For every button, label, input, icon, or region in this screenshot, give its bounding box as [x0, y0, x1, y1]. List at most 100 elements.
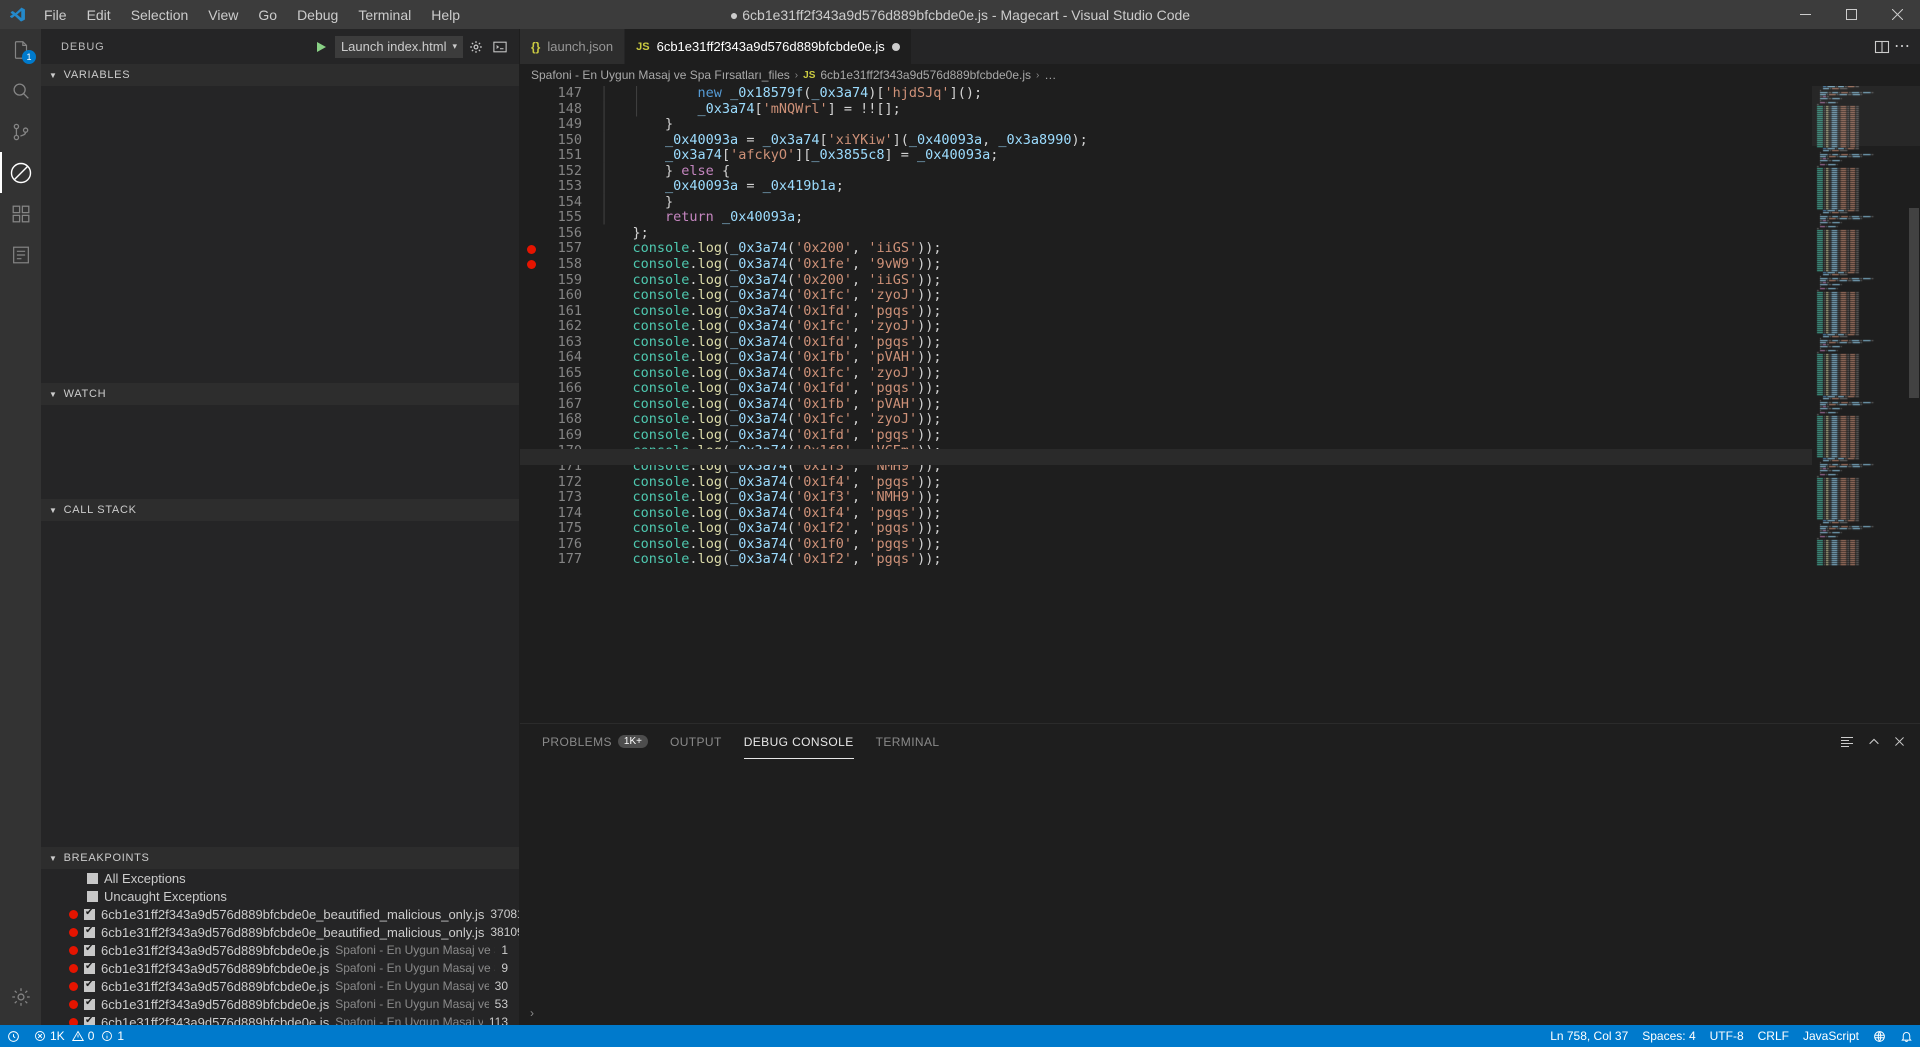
breakpoint-checkbox[interactable] — [84, 1015, 95, 1025]
maximize-panel-icon[interactable] — [1867, 735, 1881, 749]
editor-tab[interactable]: JS 6cb1e31ff2f343a9d576d889bfcbde0e.js — [625, 29, 912, 64]
end-of-line[interactable]: CRLF — [1751, 1025, 1796, 1047]
breakpoint-gutter[interactable] — [520, 428, 542, 444]
pane-header-breakpoints[interactable]: ▼ BREAKPOINTS — [41, 847, 519, 869]
activity-extensions[interactable] — [0, 193, 41, 234]
encoding[interactable]: UTF-8 — [1703, 1025, 1751, 1047]
open-debug-console-icon[interactable] — [489, 36, 511, 58]
menu-view[interactable]: View — [198, 4, 248, 26]
start-debug-icon[interactable] — [311, 36, 333, 58]
breakpoint-gutter[interactable] — [520, 381, 542, 397]
notifications-bell-icon[interactable] — [1893, 1025, 1920, 1047]
close-button[interactable] — [1874, 0, 1920, 29]
code-line[interactable]: 159 console.log(_0x3a74('0x200', 'iiGS')… — [520, 272, 1812, 289]
breakpoint-gutter[interactable] — [520, 506, 542, 522]
menu-debug[interactable]: Debug — [287, 4, 348, 26]
breakpoint-dot-icon[interactable] — [69, 927, 78, 937]
panel-tab[interactable]: OUTPUT — [659, 724, 733, 759]
code-line[interactable]: 172 console.log(_0x3a74('0x1f4', 'pgqs')… — [520, 474, 1812, 491]
breakpoint-gutter[interactable] — [520, 288, 542, 304]
code-line[interactable]: 160 console.log(_0x3a74('0x1fc', 'zyoJ')… — [520, 287, 1812, 304]
code-line[interactable]: 157 console.log(_0x3a74('0x200', 'iiGS')… — [520, 241, 1812, 257]
minimap[interactable] — [1812, 86, 1920, 723]
split-editor-icon[interactable] — [1874, 39, 1890, 55]
menu-edit[interactable]: Edit — [77, 4, 121, 26]
breakpoint-row[interactable]: 6cb1e31ff2f343a9d576d889bfcbde0e_beautif… — [41, 905, 519, 923]
code-line[interactable]: 155 │ return _0x40093a; — [520, 210, 1812, 226]
breakpoint-gutter[interactable] — [520, 148, 542, 164]
breakpoint-gutter[interactable] — [520, 412, 542, 428]
code-line[interactable]: 152 │ } else { — [520, 163, 1812, 180]
code-line[interactable]: 177 console.log(_0x3a74('0x1f2', 'pgqs')… — [520, 552, 1812, 568]
more-actions-icon[interactable]: ⋯ — [1894, 38, 1910, 55]
breakpoint-gutter[interactable] — [520, 241, 542, 257]
breakpoint-row[interactable]: 6cb1e31ff2f343a9d576d889bfcbde0e.js Spafo… — [41, 1013, 519, 1025]
breakpoint-gutter[interactable] — [520, 304, 542, 320]
breakpoint-gutter[interactable] — [520, 164, 542, 180]
breakpoint-gutter[interactable] — [520, 195, 542, 211]
breakpoint-dot-icon[interactable] — [69, 981, 78, 991]
activity-test[interactable] — [0, 234, 41, 275]
code-line[interactable]: 169 console.log(_0x3a74('0x1fd', 'pgqs')… — [520, 427, 1812, 444]
breakpoint-checkbox[interactable] — [84, 943, 95, 956]
breakpoint-gutter[interactable] — [520, 117, 542, 133]
code-line[interactable]: 167 console.log(_0x3a74('0x1fb', 'pVAH')… — [520, 396, 1812, 413]
code-line[interactable]: 164 console.log(_0x3a74('0x1fb', 'pVAH')… — [520, 350, 1812, 366]
breakpoint-checkbox[interactable] — [84, 979, 95, 992]
live-share-icon[interactable] — [1866, 1025, 1893, 1047]
breakpoint-checkbox[interactable] — [84, 907, 95, 920]
problems-status[interactable]: 1K 0 1 — [27, 1025, 131, 1047]
code-line[interactable]: 174 console.log(_0x3a74('0x1f4', 'pgqs')… — [520, 505, 1812, 522]
panel-tab[interactable]: PROBLEMS 1K+ — [531, 724, 659, 759]
pane-header-watch[interactable]: ▼ WATCH — [41, 383, 519, 405]
maximize-button[interactable] — [1828, 0, 1874, 29]
code-line[interactable]: 158 console.log(_0x3a74('0x1fe', '9vW9')… — [520, 256, 1812, 273]
breakpoint-dot-icon[interactable] — [69, 1017, 78, 1025]
breakpoint-dot-icon[interactable] — [526, 260, 536, 270]
breakpoint-gutter[interactable] — [520, 475, 542, 491]
breakpoint-checkbox[interactable] — [84, 997, 95, 1010]
code-line[interactable]: 148 │ │ _0x3a74['mNQWrl'] = !![]; — [520, 101, 1812, 118]
breakpoint-gutter[interactable] — [520, 350, 542, 366]
breadcrumb-symbol[interactable]: … — [1044, 68, 1056, 82]
menu-selection[interactable]: Selection — [121, 4, 199, 26]
clear-console-icon[interactable] — [1839, 734, 1855, 750]
pane-header-callstack[interactable]: ▼ CALL STACK — [41, 499, 519, 521]
code-line[interactable]: 150 │ _0x40093a = _0x3a74['xiYKiw'](_0x40… — [520, 132, 1812, 149]
breakpoint-dot-icon[interactable] — [69, 909, 78, 919]
language-mode[interactable]: JavaScript — [1796, 1025, 1866, 1047]
code-line[interactable]: 168 console.log(_0x3a74('0x1fc', 'zyoJ')… — [520, 412, 1812, 428]
breakpoint-gutter[interactable] — [520, 226, 542, 242]
minimap-slider[interactable] — [1812, 86, 1920, 146]
code-canvas[interactable]: 147 │ │ new _0x18579f(_0x3a74)['hjdSJq'](… — [520, 86, 1812, 723]
editor-tab[interactable]: {} launch.json — [520, 29, 626, 64]
code-line[interactable]: 175 console.log(_0x3a74('0x1f2', 'pgqs')… — [520, 521, 1812, 537]
exception-checkbox[interactable] — [87, 890, 98, 902]
code-line[interactable]: 165 console.log(_0x3a74('0x1fc', 'zyoJ')… — [520, 365, 1812, 382]
breakpoint-gutter[interactable] — [520, 210, 542, 226]
remote-indicator[interactable] — [0, 1025, 27, 1047]
code-line[interactable]: 162 console.log(_0x3a74('0x1fc', 'zyoJ')… — [520, 318, 1812, 335]
indentation[interactable]: Spaces: 4 — [1635, 1025, 1702, 1047]
activity-source-control[interactable] — [0, 111, 41, 152]
breakpoint-row[interactable]: 6cb1e31ff2f343a9d576d889bfcbde0e.js Spafo… — [41, 959, 519, 977]
breakpoint-gutter[interactable] — [520, 273, 542, 289]
breakpoint-gutter[interactable] — [520, 537, 542, 553]
breadcrumb-file[interactable]: 6cb1e31ff2f343a9d576d889bfcbde0e.js — [820, 68, 1031, 82]
cursor-position[interactable]: Ln 758, Col 37 — [1543, 1025, 1635, 1047]
editor-scrollbar[interactable] — [1906, 86, 1920, 723]
menu-file[interactable]: File — [34, 4, 77, 26]
breakpoint-dot-icon[interactable] — [526, 244, 536, 254]
activity-search[interactable] — [0, 70, 41, 111]
code-line[interactable]: 151 │ _0x3a74['afckyO'][_0x3855c8] = _0x4… — [520, 147, 1812, 164]
breakpoint-gutter[interactable] — [520, 490, 542, 506]
breakpoint-gutter[interactable] — [520, 179, 542, 195]
menu-terminal[interactable]: Terminal — [348, 4, 421, 26]
activity-explorer[interactable]: 1 — [0, 29, 41, 70]
exception-breakpoint-row[interactable]: Uncaught Exceptions — [41, 887, 519, 905]
breakpoint-row[interactable]: 6cb1e31ff2f343a9d576d889bfcbde0e_beautif… — [41, 923, 519, 941]
activity-settings-gear[interactable] — [0, 976, 41, 1017]
breakpoint-gutter[interactable] — [520, 521, 542, 537]
activity-debug[interactable] — [0, 152, 41, 193]
breakpoint-dot-icon[interactable] — [69, 963, 78, 973]
